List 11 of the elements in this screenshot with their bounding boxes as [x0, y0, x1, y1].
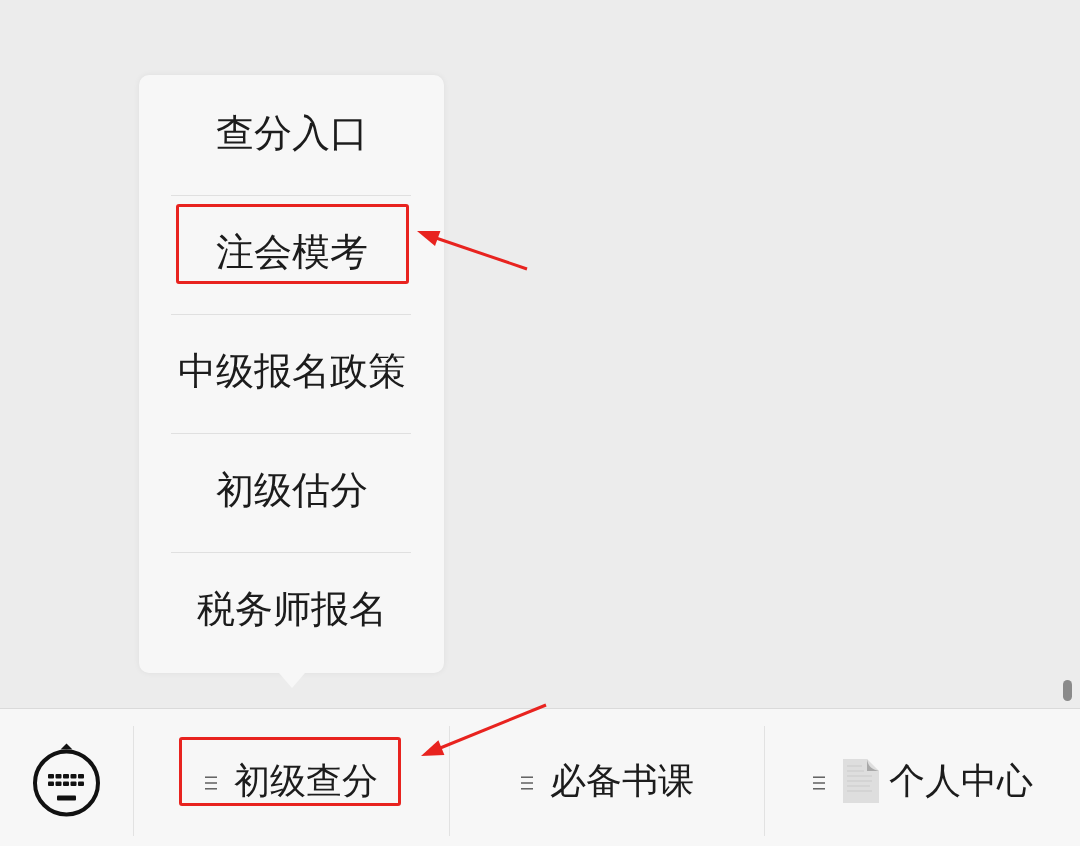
menu-item[interactable]: 中级报名政策 — [139, 315, 444, 433]
keyboard-button[interactable] — [32, 743, 101, 817]
keyboard-icon — [32, 743, 101, 817]
scrollbar-thumb[interactable] — [1063, 680, 1072, 701]
menu-item[interactable]: 注会模考 — [139, 196, 444, 314]
menu-item[interactable]: 初级估分 — [139, 434, 444, 552]
menu-item[interactable]: 查分入口 — [139, 77, 444, 195]
menu-tab[interactable]: 初级查分 — [134, 726, 449, 836]
menu-tab[interactable]: 必备书课 — [449, 726, 765, 836]
menu-item[interactable]: 税务师报名 — [139, 553, 444, 671]
menu-tab[interactable]: 个人中心 — [765, 726, 1080, 836]
